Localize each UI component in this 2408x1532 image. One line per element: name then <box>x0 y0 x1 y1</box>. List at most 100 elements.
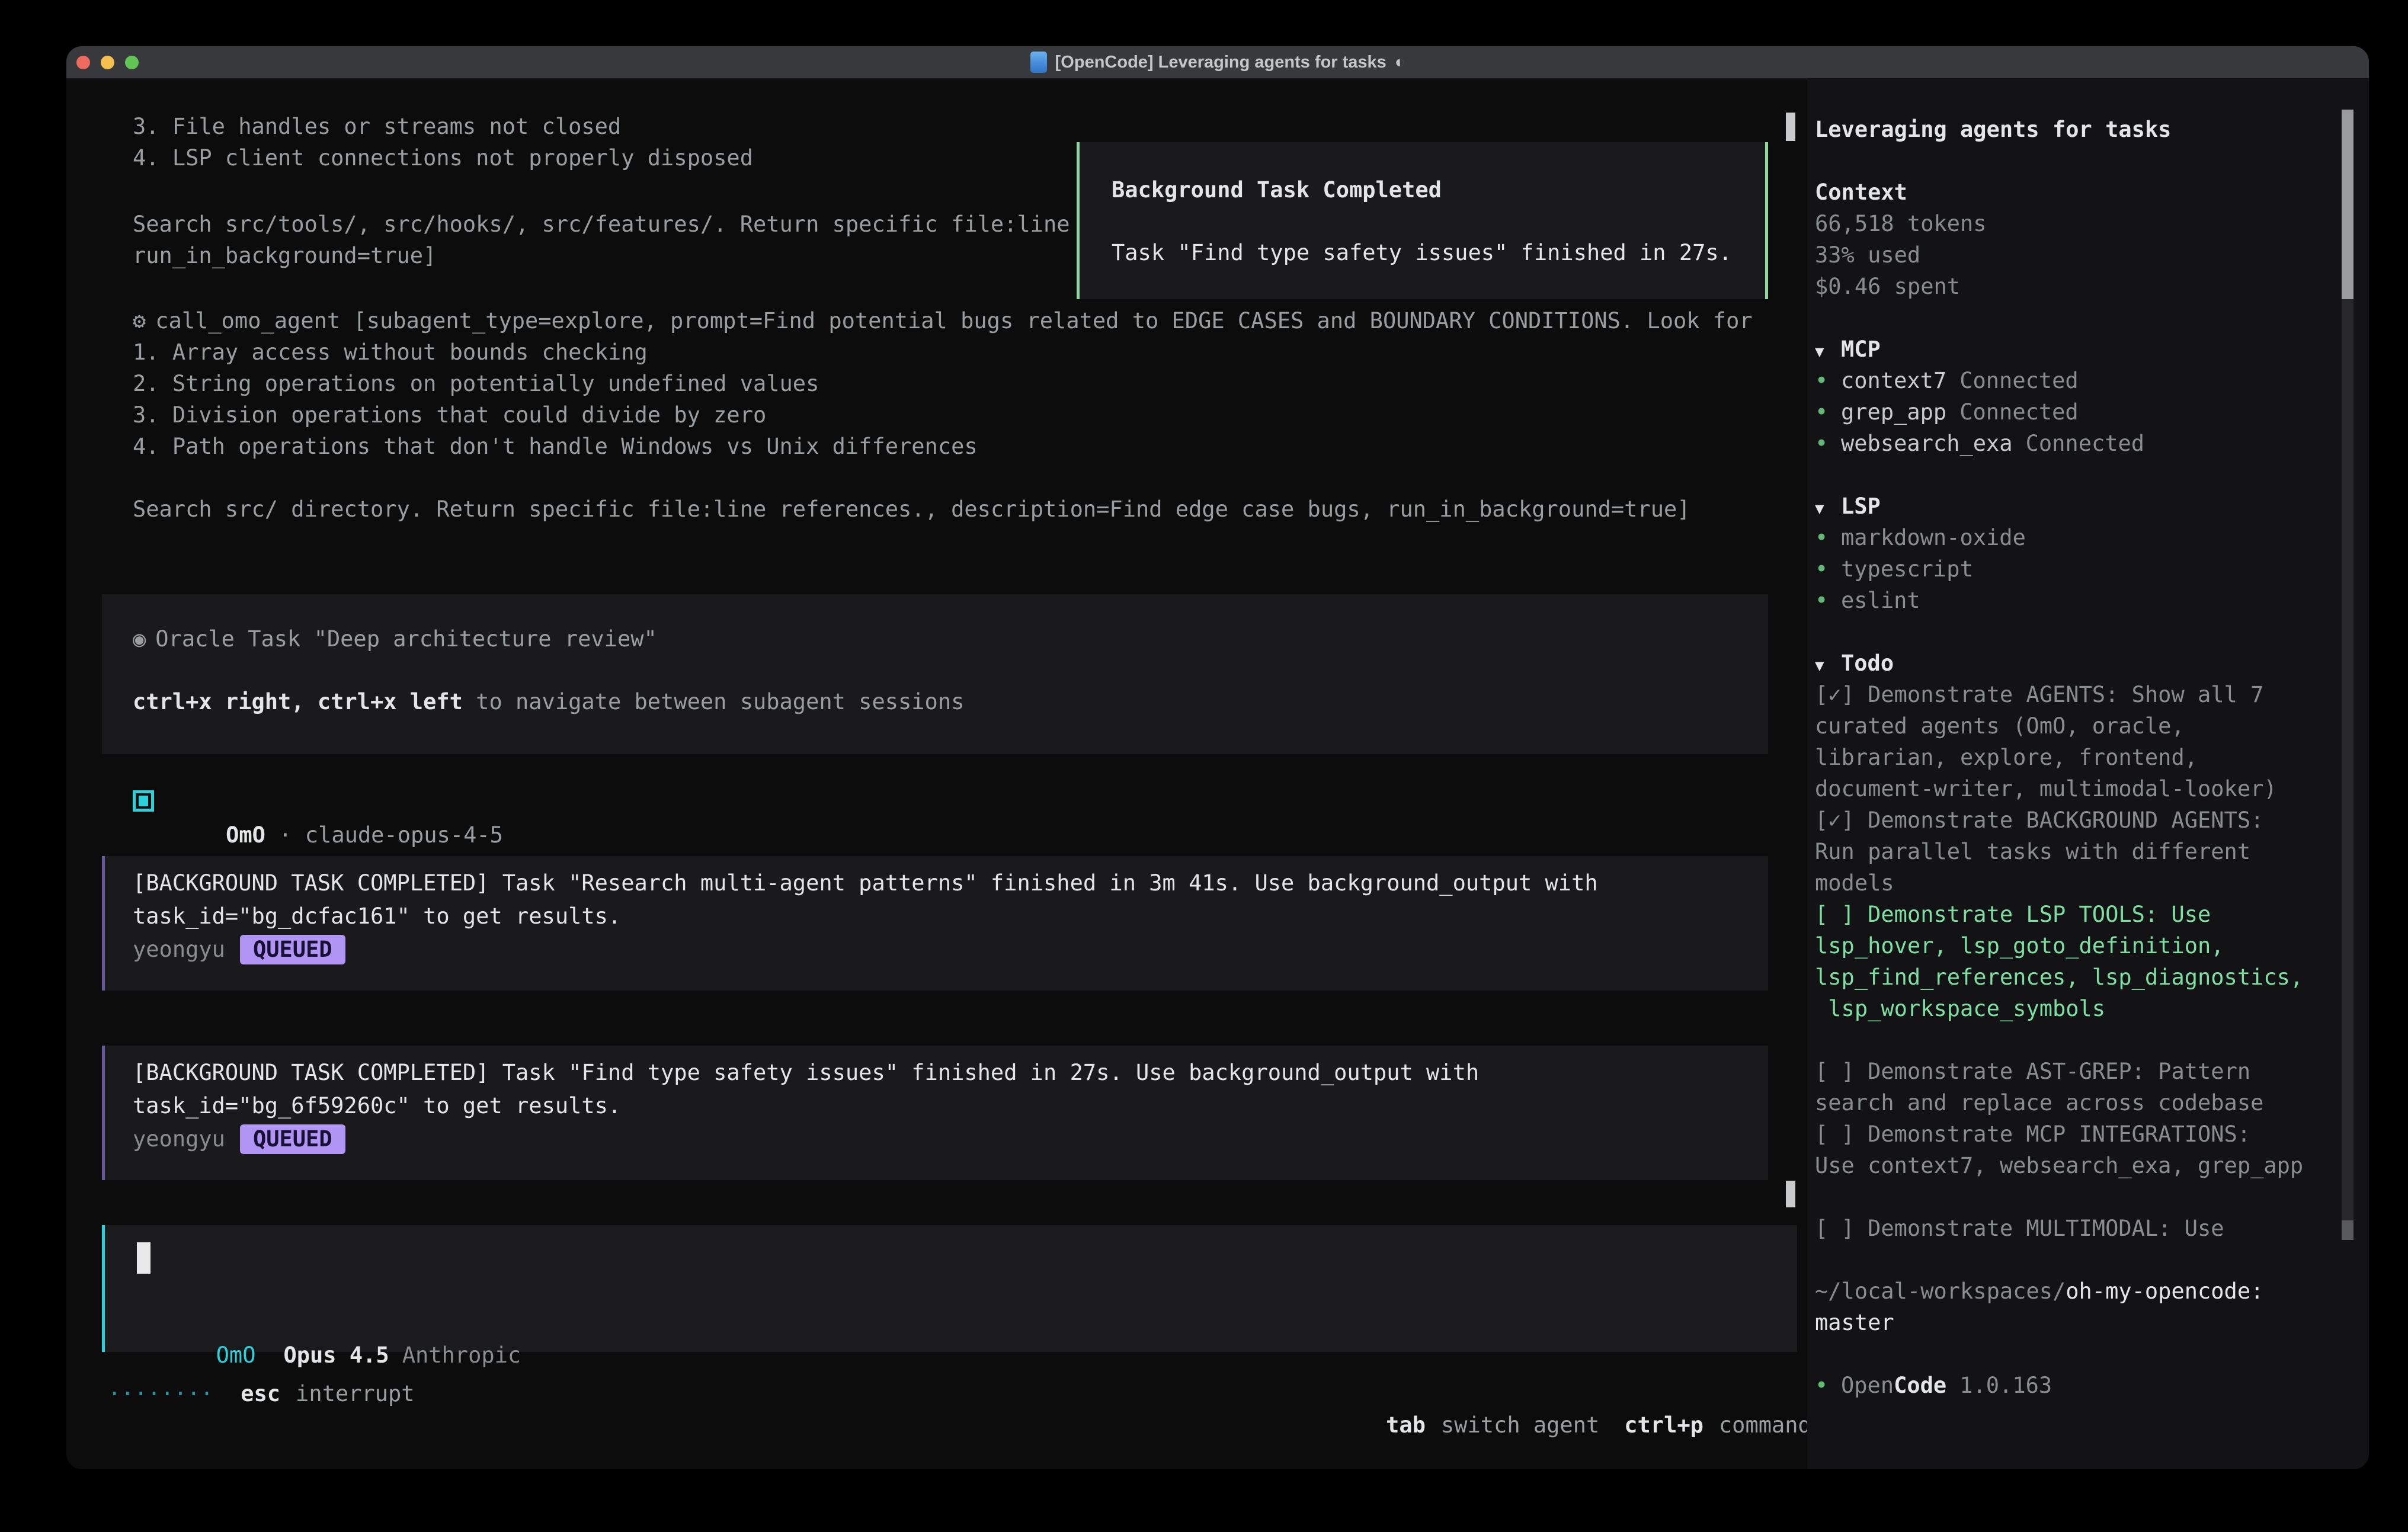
sidebar-scrollbar-end <box>2342 1220 2353 1240</box>
todo-line-active: [ ] Demonstrate LSP TOOLS: Use <box>1815 899 2348 930</box>
window-title: [OpenCode] Leveraging agents for tasks <box>1055 53 1386 72</box>
bullet-icon: • <box>1815 428 1841 459</box>
todo-line: [ ] Demonstrate AST-GREP: Pattern <box>1815 1056 2348 1087</box>
tool-call-item: 4. Path operations that don't handle Win… <box>133 431 1753 462</box>
version-line: •OpenCode1.0.163 <box>1815 1370 2348 1401</box>
workspace-path: ~/local-workspaces/oh-my-opencode: <box>1815 1275 2348 1307</box>
agent-separator: · <box>265 822 305 848</box>
session-title: Leveraging agents for tasks <box>1815 114 2348 145</box>
todo-line: [ ] Demonstrate MCP INTEGRATIONS: <box>1815 1118 2348 1150</box>
todo-line-active: lsp_workspace_symbols <box>1815 993 2348 1024</box>
lsp-item: •typescript <box>1815 553 2348 585</box>
agent-header: OmO · claude-opus-4-5 <box>173 788 503 819</box>
bullet-icon: • <box>1815 553 1841 585</box>
chat-line: Search src/tools/, src/hooks/, src/featu… <box>133 209 1070 240</box>
task-message-meta: yeongyu QUEUED <box>133 1123 1768 1156</box>
oracle-task-hint: ctrl+x right, ctrl+x left to navigate be… <box>133 686 1768 717</box>
window-title-group: [OpenCode] Leveraging agents for tasks ◐ <box>1030 52 1405 73</box>
context-tokens: 66,518 tokens <box>1815 208 2348 239</box>
background-task-notification: Background Task Completed Task "Find typ… <box>1077 142 1768 299</box>
todo-line: librarian, explore, frontend, <box>1815 742 2348 773</box>
notification-title: Background Task Completed <box>1112 174 1765 206</box>
task-user: yeongyu <box>133 937 225 962</box>
tool-call-item: 2. String operations on potentially unde… <box>133 368 1753 399</box>
todo-line: curated agents (OmO, oracle, <box>1815 710 2348 742</box>
todo-line: models <box>1815 867 2348 899</box>
task-message-line: [BACKGROUND TASK COMPLETED] Task "Resear… <box>133 867 1768 900</box>
chevron-down-icon: ▼ <box>1815 336 1841 368</box>
bullet-icon: • <box>1815 522 1841 553</box>
text-cursor <box>137 1242 150 1274</box>
context-spent: $0.46 spent <box>1815 271 2348 302</box>
background-task-message: [BACKGROUND TASK COMPLETED] Task "Find t… <box>102 1046 1768 1180</box>
tool-call-header: ⚙call_omo_agent [subagent_type=explore, … <box>133 305 1753 336</box>
gear-icon: ⚙ <box>133 308 146 334</box>
chat-line: run_in_background=true] <box>133 240 1070 271</box>
bullet-icon: • <box>1815 585 1841 616</box>
fullscreen-button[interactable] <box>125 56 139 69</box>
tool-call-item: 3. Division operations that could divide… <box>133 399 1753 431</box>
prompt-input[interactable]: OmOOpus 4.5Anthropic <box>102 1225 1797 1352</box>
spinner-dots: ········ <box>108 1378 213 1409</box>
context-used: 33% used <box>1815 239 2348 271</box>
lsp-item: •eslint <box>1815 585 2348 616</box>
input-meta: OmOOpus 4.5Anthropic <box>137 1308 521 1339</box>
todo-line: Use context7, websearch_exa, grep_app <box>1815 1150 2348 1181</box>
sidebar-scrollbar-thumb[interactable] <box>2342 110 2353 299</box>
minimize-button[interactable] <box>101 56 114 69</box>
task-message-line: task_id="bg_dcfac161" to get results. <box>133 900 1768 933</box>
todo-line-active: lsp_hover, lsp_goto_definition, <box>1815 930 2348 961</box>
input-model: Opus 4.5 <box>283 1342 389 1368</box>
chevron-down-icon: ▼ <box>1815 650 1841 682</box>
tool-call-block: ⚙call_omo_agent [subagent_type=explore, … <box>133 305 1753 462</box>
todo-line: [✓] Demonstrate BACKGROUND AGENTS: <box>1815 805 2348 836</box>
task-user: yeongyu <box>133 1126 225 1152</box>
oracle-icon: ◉ <box>133 626 146 652</box>
task-message-meta: yeongyu QUEUED <box>133 933 1768 966</box>
ctrlp-key-hint: ctrl+p <box>1624 1412 1703 1438</box>
input-provider: Anthropic <box>402 1342 521 1368</box>
esc-key-hint: esc <box>241 1378 280 1409</box>
bullet-icon: • <box>1815 396 1841 428</box>
chat-scrollback-block-1: 3. File handles or streams not closed 4.… <box>133 111 753 174</box>
status-badge: QUEUED <box>240 1124 345 1154</box>
bullet-icon: • <box>1815 365 1841 396</box>
task-message-line: task_id="bg_6f59260c" to get results. <box>133 1089 1768 1123</box>
lsp-item: •markdown-oxide <box>1815 522 2348 553</box>
agent-model: claude-opus-4-5 <box>305 822 503 848</box>
todo-line: [ ] Demonstrate MULTIMODAL: Use <box>1815 1213 2348 1244</box>
status-badge: QUEUED <box>240 935 345 964</box>
chevron-down-icon: ▼ <box>1815 493 1841 525</box>
todo-line: search and replace across codebase <box>1815 1087 2348 1118</box>
statusbar-right: tabswitch agentctrl+pcommands <box>1333 1378 1824 1409</box>
chat-line: 3. File handles or streams not closed <box>133 111 753 142</box>
mcp-item: •context7Connected <box>1815 365 2348 396</box>
chat-scrollback-block-2: Search src/tools/, src/hooks/, src/featu… <box>133 209 1070 271</box>
terminal-window: [OpenCode] Leveraging agents for tasks ◐… <box>66 46 2369 1469</box>
tab-key-hint: tab <box>1386 1412 1426 1438</box>
sidebar-section-todo[interactable]: ▼Todo <box>1815 648 2348 679</box>
sidebar-scrollbar[interactable] <box>2342 110 2353 1240</box>
traffic-lights <box>76 46 139 78</box>
todo-line: document-writer, multimodal-looker) <box>1815 773 2348 805</box>
mcp-item: •websearch_exaConnected <box>1815 428 2348 459</box>
agent-name: OmO <box>226 822 265 848</box>
mcp-item: •grep_appConnected <box>1815 396 2348 428</box>
statusbar-left: ········ esc interrupt <box>108 1378 415 1409</box>
sidebar-section-lsp[interactable]: ▼LSP <box>1815 491 2348 522</box>
background-task-message: [BACKGROUND TASK COMPLETED] Task "Resear… <box>102 856 1768 991</box>
sidebar-content: Leveraging agents for tasks Context 66,5… <box>1815 114 2348 1401</box>
sidebar-section-mcp[interactable]: ▼MCP <box>1815 334 2348 365</box>
tool-call-item: 1. Array access without bounds checking <box>133 336 1753 368</box>
document-icon <box>1030 52 1047 73</box>
agent-checkbox-icon <box>133 790 154 812</box>
tool-call-footer: Search src/ directory. Return specific f… <box>133 493 1690 525</box>
close-button[interactable] <box>76 56 90 69</box>
bullet-icon: • <box>1815 1370 1841 1401</box>
chat-scrollbar-thumb[interactable] <box>1786 1181 1795 1207</box>
tool-call-footer-block: Search src/ directory. Return specific f… <box>133 493 1690 525</box>
proxy-icon: ◐ <box>1395 53 1405 72</box>
todo-line: Run parallel tasks with different <box>1815 836 2348 867</box>
notification-body: Task "Find type safety issues" finished … <box>1112 237 1765 268</box>
chat-scrollbar-thumb[interactable] <box>1786 113 1795 141</box>
